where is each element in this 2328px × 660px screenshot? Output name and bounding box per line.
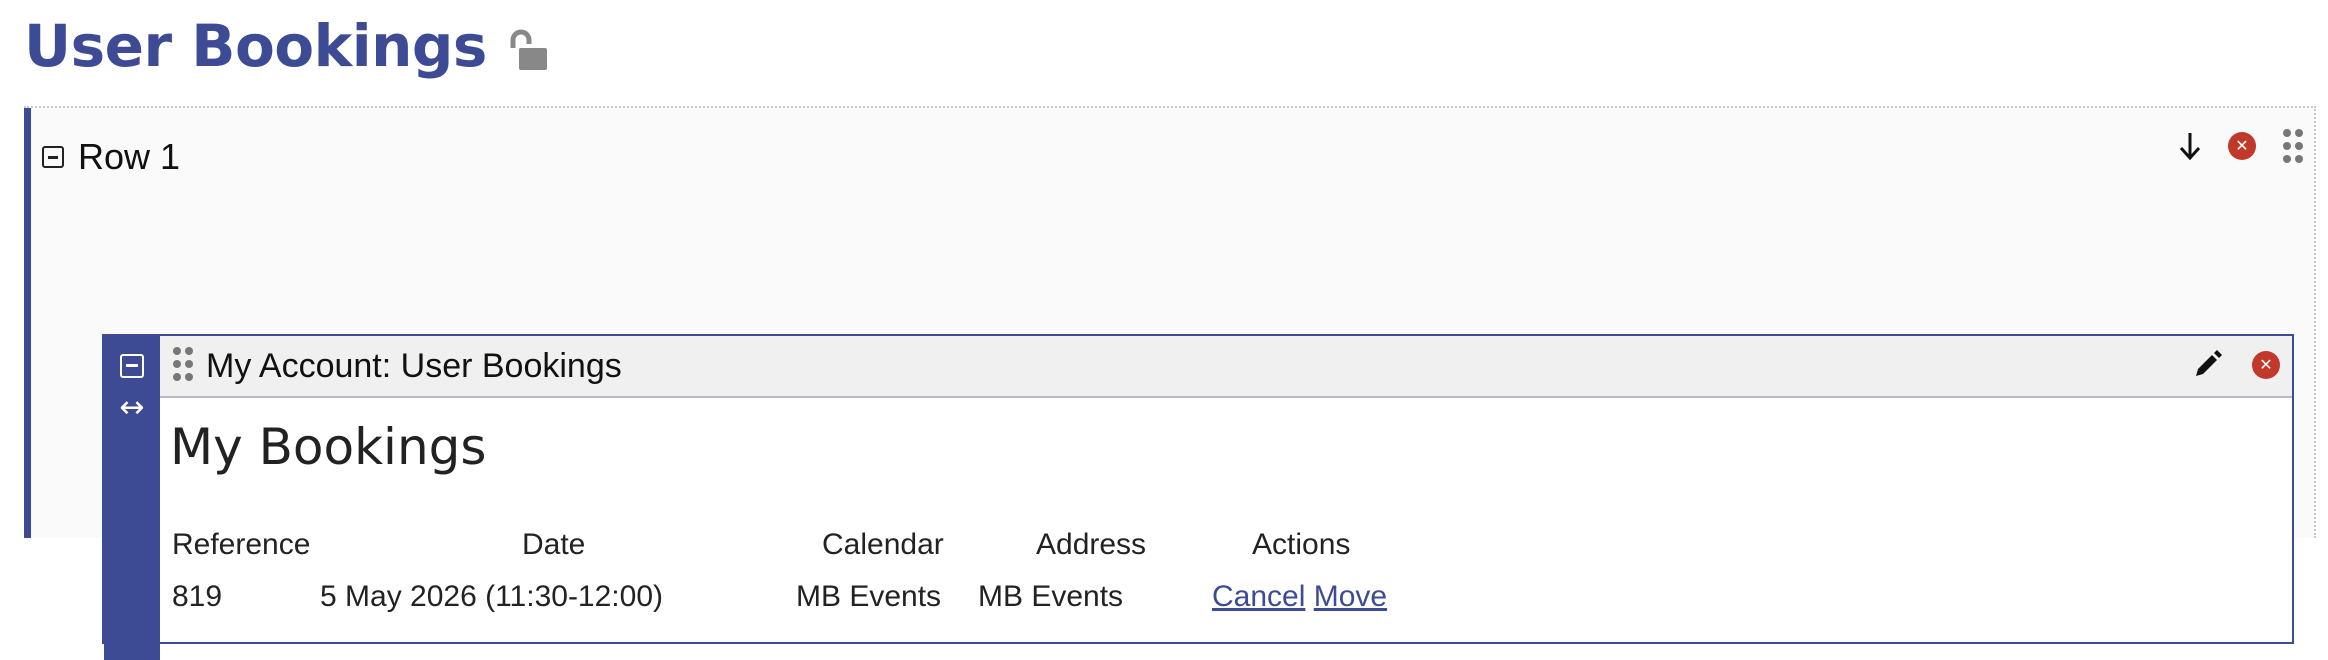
module-content: My Bookings Reference Date Calendar Addr… (160, 398, 2292, 642)
row-header: Row 1 (42, 132, 180, 182)
page-header: User Bookings (24, 10, 551, 82)
resize-horizontal-icon[interactable]: ↔ (119, 393, 144, 423)
collapse-square-icon[interactable] (42, 146, 64, 168)
pencil-icon[interactable] (2192, 350, 2222, 380)
row-title: Row 1 (78, 136, 181, 177)
row-container: Row 1 ✕ ↔ My Account: User Bookings ✕ My… (24, 106, 2316, 660)
column-header-calendar: Calendar (822, 528, 944, 561)
cell-date: 5 May 2026 (11:30-12:00) (320, 580, 663, 613)
column-header-actions: Actions (1252, 528, 1351, 561)
module-sidebar: ↔ (104, 336, 160, 660)
column-header-address: Address (1036, 528, 1147, 561)
row-accent-bar (24, 108, 31, 538)
row-toolbar: ✕ (2178, 128, 2304, 164)
cell-actions: Cancel Move (1212, 580, 1387, 614)
module-block: ↔ My Account: User Bookings ✕ My Booking… (102, 334, 2294, 660)
module-header: My Account: User Bookings ✕ (160, 336, 2292, 398)
cell-address: MB Events (978, 580, 1124, 613)
column-header-date: Date (522, 528, 586, 561)
close-circle-icon[interactable]: ✕ (2252, 351, 2280, 379)
collapse-square-icon[interactable] (120, 354, 144, 378)
section-heading: My Bookings (170, 418, 487, 476)
move-booking-link[interactable]: Move (1314, 580, 1387, 613)
arrow-down-icon[interactable] (2178, 131, 2202, 161)
drag-handle-icon[interactable] (2282, 128, 2304, 164)
column-header-reference: Reference (172, 528, 311, 561)
close-circle-icon[interactable]: ✕ (2228, 132, 2256, 160)
cell-reference: 819 (172, 580, 223, 613)
drag-handle-icon[interactable] (172, 346, 194, 387)
module-title: My Account: User Bookings (206, 346, 622, 385)
module-toolbar: ✕ (2192, 350, 2280, 380)
unlocked-padlock-icon[interactable] (503, 26, 551, 74)
cancel-booking-link[interactable]: Cancel (1212, 580, 1305, 613)
page-title: User Bookings (24, 12, 487, 80)
cell-calendar: MB Events (796, 580, 942, 613)
